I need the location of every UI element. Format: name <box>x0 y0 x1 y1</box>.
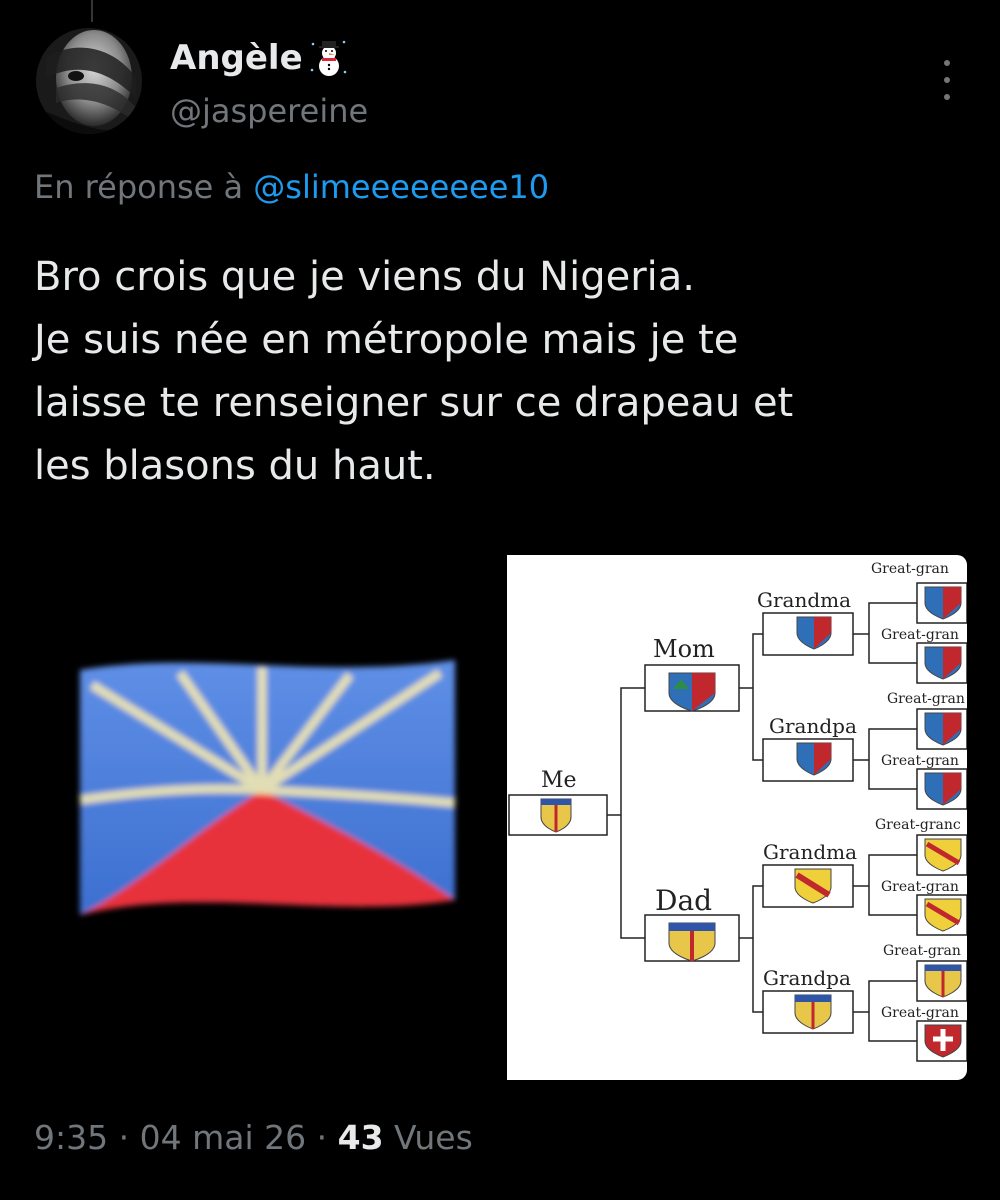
tree-label-great: Great-gran <box>883 943 961 959</box>
reply-prefix: En réponse à <box>34 168 244 206</box>
tweet-date[interactable]: 04 mai 26 <box>140 1118 307 1157</box>
shield-icon <box>668 672 716 712</box>
tree-label-great: Great-gran <box>881 753 959 769</box>
reply-context: En réponse à @slimeeeeeeee10 <box>34 168 549 206</box>
reply-mention-link[interactable]: @slimeeeeeeee10 <box>253 168 549 206</box>
meta-separator: · <box>118 1118 130 1157</box>
tweet-line: laisse te renseigner sur ce drapeau et <box>34 380 794 426</box>
author-display-name[interactable]: Angèle <box>170 38 303 78</box>
shield-icon <box>794 994 832 1030</box>
tree-label-grandma-mom: Grandma <box>757 588 851 612</box>
tweet-meta: 9:35 · 04 mai 26 · 43 Vues <box>34 1118 473 1157</box>
tree-label-grandma-dad: Grandma <box>763 840 857 864</box>
tweet-line: Bro crois que je viens du Nigeria. <box>34 254 695 300</box>
author-name-row[interactable]: Angèle <box>170 38 349 78</box>
tree-label-great: Great-gran <box>871 561 949 577</box>
shield-icon <box>924 586 962 620</box>
tree-label-great: Great-gran <box>881 879 959 895</box>
tree-label-great: Great-granc <box>875 817 961 833</box>
tweet-time[interactable]: 9:35 <box>34 1118 108 1157</box>
tree-label-me: Me <box>541 768 577 793</box>
snowman-icon <box>310 40 346 76</box>
thread-connector-line <box>91 0 93 22</box>
author-handle[interactable]: @jaspereine <box>170 92 368 130</box>
views-count[interactable]: 43 <box>338 1118 384 1157</box>
flag-image[interactable] <box>0 555 500 1080</box>
tree-label-dad: Dad <box>655 884 712 917</box>
shield-icon <box>924 772 962 806</box>
shield-icon <box>796 616 832 650</box>
shield-icon <box>924 898 962 932</box>
tweet-text: Bro crois que je viens du Nigeria. Je su… <box>34 246 974 498</box>
tweet-line: les blasons du haut. <box>34 443 436 489</box>
tree-label-great: Great-gran <box>881 627 959 643</box>
tweet-line: Je suis née en métropole mais je te <box>34 317 739 363</box>
more-vertical-icon[interactable] <box>935 55 959 105</box>
tree-label-grandpa-mom: Grandpa <box>769 714 857 738</box>
meta-separator: · <box>316 1118 328 1157</box>
shield-icon <box>794 868 832 904</box>
shield-icon <box>924 838 962 872</box>
shield-icon <box>796 742 832 776</box>
shield-icon <box>924 712 962 746</box>
shield-icon <box>668 922 716 962</box>
shield-icon <box>924 1024 962 1058</box>
tree-label-great: Great-gran <box>881 1005 959 1021</box>
shield-icon <box>540 798 572 833</box>
views-label: Vues <box>394 1118 473 1157</box>
tree-label-great: Great-gran <box>887 691 965 707</box>
tree-label-grandpa-dad: Grandpa <box>763 966 851 990</box>
tree-label-mom: Mom <box>653 635 715 663</box>
family-tree-image[interactable]: Me Mom Dad Grandma Grandpa Grandma Grand… <box>507 555 967 1080</box>
shield-icon <box>924 646 962 680</box>
shield-icon <box>924 964 962 998</box>
avatar[interactable] <box>36 28 142 134</box>
